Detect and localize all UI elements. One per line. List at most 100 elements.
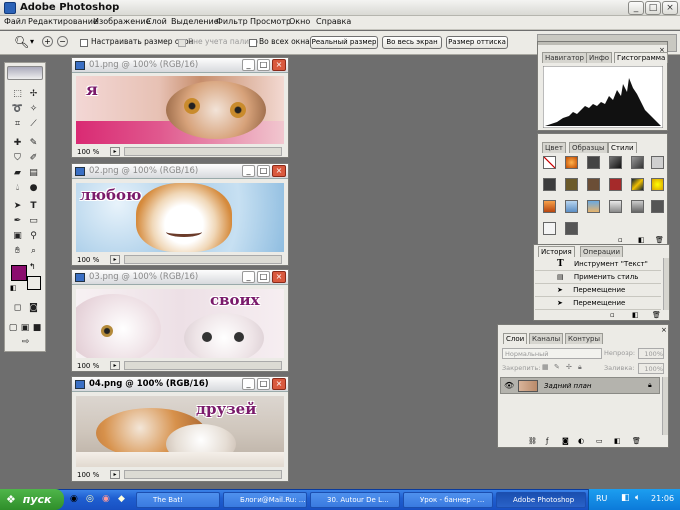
style-swatch[interactable] xyxy=(565,222,578,235)
tab-history[interactable]: История xyxy=(538,246,575,257)
screen-mode-standard-icon[interactable]: ▢ xyxy=(7,321,19,335)
quick-launch-icon[interactable]: ◉ xyxy=(102,494,110,504)
style-swatch[interactable] xyxy=(565,156,578,169)
language-indicator[interactable]: RU xyxy=(596,494,607,503)
menu-layer[interactable]: Слой xyxy=(146,17,167,26)
lasso-tool-icon[interactable]: ➰ xyxy=(10,102,25,116)
horizontal-scrollbar[interactable] xyxy=(124,470,282,479)
image-canvas[interactable]: своих xyxy=(76,289,284,358)
tab-swatches[interactable]: Образцы xyxy=(569,142,608,153)
quick-mask-mode-icon[interactable]: ◙ xyxy=(26,301,41,315)
menu-image[interactable]: Изображение xyxy=(93,17,151,26)
slice-tool-icon[interactable]: ⟋ xyxy=(26,117,41,131)
eyedropper-tool-icon[interactable]: ⚲ xyxy=(26,229,41,243)
layer-mask-icon[interactable]: ◙ xyxy=(562,437,569,445)
healing-brush-tool-icon[interactable]: ✚ xyxy=(10,136,25,150)
dodge-tool-icon[interactable]: ● xyxy=(26,181,41,195)
lock-position-icon[interactable]: ✢ xyxy=(566,363,572,371)
standard-mode-icon[interactable]: ◻ xyxy=(10,301,25,315)
status-menu-icon[interactable]: ▸ xyxy=(110,255,120,264)
taskbar-item-thebat[interactable]: The Bat! xyxy=(136,492,220,508)
actual-pixels-button[interactable]: Реальный размер xyxy=(310,36,378,49)
close-icon[interactable]: × xyxy=(272,59,286,71)
taskbar-item-mailru[interactable]: Блоги@Mail.Ru: ... xyxy=(223,492,307,508)
close-icon[interactable]: × xyxy=(272,378,286,390)
network-icon[interactable]: ◧ xyxy=(621,493,630,503)
horizontal-scrollbar[interactable] xyxy=(124,147,282,156)
foreground-color-swatch[interactable] xyxy=(11,265,27,281)
menu-help[interactable]: Справка xyxy=(316,17,351,26)
lock-all-icon[interactable]: 🔒︎ xyxy=(578,363,582,372)
brush-tool-icon[interactable]: ✎ xyxy=(26,136,41,150)
history-item[interactable]: T Инструмент "Текст" xyxy=(535,258,661,271)
shape-tool-icon[interactable]: ▭ xyxy=(26,214,41,228)
zoom-level[interactable]: 100 % xyxy=(77,148,99,156)
style-swatch[interactable] xyxy=(631,200,644,213)
menu-edit[interactable]: Редактирование xyxy=(28,17,98,26)
document-title-bar[interactable]: 03.png @ 100% (RGB/16) _ □ × xyxy=(72,270,288,285)
close-button[interactable]: × xyxy=(662,1,678,15)
style-swatch[interactable] xyxy=(631,156,644,169)
clone-stamp-tool-icon[interactable]: ⛉ xyxy=(10,151,25,165)
fit-screen-button[interactable]: Во весь экран xyxy=(382,36,442,49)
zoom-out-icon[interactable]: − xyxy=(57,36,68,47)
menu-window[interactable]: Окно xyxy=(289,17,310,26)
feather-logo-icon[interactable] xyxy=(7,66,43,80)
status-menu-icon[interactable]: ▸ xyxy=(110,147,120,156)
swap-colors-icon[interactable]: ↰ xyxy=(29,262,36,271)
zoom-level[interactable]: 100 % xyxy=(77,362,99,370)
history-item[interactable]: ▤ Применить стиль xyxy=(535,271,661,284)
taskbar-item-music[interactable]: 30. Autour De L... xyxy=(310,492,400,508)
tab-layers[interactable]: Слои xyxy=(503,333,528,344)
zoom-tool-icon[interactable]: 🔍︎ xyxy=(14,35,29,49)
gradient-tool-icon[interactable]: ▤ xyxy=(26,166,41,180)
trash-icon[interactable]: 🗑︎ xyxy=(632,437,641,445)
quick-launch-icon[interactable]: ◉ xyxy=(70,494,78,504)
maximize-icon[interactable]: □ xyxy=(257,165,270,177)
style-swatch[interactable] xyxy=(565,178,578,191)
zoom-level[interactable]: 100 % xyxy=(77,471,99,479)
style-swatch[interactable] xyxy=(609,178,622,191)
eye-icon[interactable]: 👁︎ xyxy=(504,381,514,390)
layer-row[interactable]: 👁︎ Задний план 🔒︎ xyxy=(500,377,660,394)
document-title-bar[interactable]: 02.png @ 100% (RGB/16) _ □ × xyxy=(72,164,288,179)
style-swatch[interactable] xyxy=(587,156,600,169)
document-title-bar[interactable]: 04.png @ 100% (RGB/16) _ □ × xyxy=(72,377,288,392)
image-canvas[interactable]: друзей xyxy=(76,396,284,467)
document-window-4[interactable]: 04.png @ 100% (RGB/16) _ □ × друзей 100 … xyxy=(71,376,289,482)
screen-mode-full-icon[interactable]: ■ xyxy=(31,321,43,335)
hand-tool-icon[interactable]: ✋︎ xyxy=(10,244,25,258)
style-swatch-none[interactable] xyxy=(543,156,556,169)
new-document-icon[interactable]: ◧ xyxy=(632,311,639,319)
style-swatch[interactable] xyxy=(543,178,556,191)
quick-launch-icon[interactable]: ◎ xyxy=(86,494,94,504)
magic-wand-tool-icon[interactable]: ✧ xyxy=(26,102,41,116)
opacity-field[interactable]: 100% xyxy=(638,348,664,359)
maximize-icon[interactable]: □ xyxy=(257,59,270,71)
ignore-palettes-checkbox[interactable] xyxy=(178,39,186,47)
tab-navigator[interactable]: Навигатор xyxy=(542,52,587,63)
maximize-icon[interactable]: □ xyxy=(257,378,270,390)
menu-select[interactable]: Выделение xyxy=(171,17,219,26)
background-color-swatch[interactable] xyxy=(27,276,41,290)
default-colors-icon[interactable]: ◧ xyxy=(10,284,17,292)
type-tool-icon[interactable]: T xyxy=(26,199,41,213)
maximize-button[interactable]: □ xyxy=(645,1,661,15)
layer-style-icon[interactable]: ƒ xyxy=(546,437,548,445)
minimize-icon[interactable]: _ xyxy=(242,59,255,71)
imageready-icon[interactable]: ⇨ xyxy=(18,335,33,349)
chevron-down-icon[interactable]: ▾ xyxy=(30,37,34,46)
tab-channels[interactable]: Каналы xyxy=(529,333,564,344)
menu-view[interactable]: Просмотр xyxy=(250,17,291,26)
style-swatch[interactable] xyxy=(543,200,556,213)
all-windows-checkbox[interactable] xyxy=(249,39,257,47)
style-swatch[interactable] xyxy=(543,222,556,235)
new-group-icon[interactable]: ▭ xyxy=(596,437,603,445)
tab-info[interactable]: Инфо xyxy=(586,52,613,63)
path-selection-tool-icon[interactable]: ➤ xyxy=(10,199,25,213)
adjustment-layer-icon[interactable]: ◐ xyxy=(578,437,584,445)
style-swatch[interactable] xyxy=(565,200,578,213)
style-swatch[interactable] xyxy=(609,156,622,169)
marquee-tool-icon[interactable]: ⬚ xyxy=(10,87,25,101)
zoom-in-icon[interactable]: + xyxy=(42,36,53,47)
